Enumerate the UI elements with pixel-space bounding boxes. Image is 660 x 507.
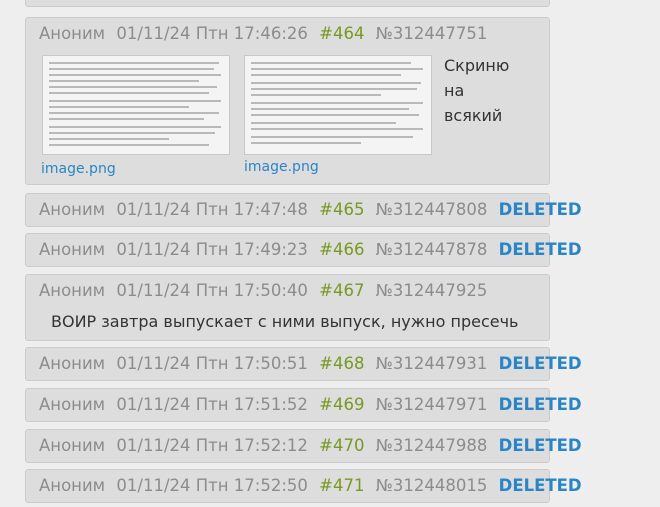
post-469: Аноним 01/11/24 Птн 17:51:52 #469 №31244…	[25, 388, 582, 422]
post-date: 01/11/24 Птн 17:50:40	[116, 281, 308, 300]
post-date: 01/11/24 Птн 17:50:51	[116, 354, 308, 373]
thread: Аноним 01/11/24 Птн 17:46:26 #464 №31244…	[0, 0, 660, 507]
post-author: Аноним	[39, 200, 106, 219]
post-message: ВОИР завтра выпускает с ними выпуск, нуж…	[51, 312, 519, 331]
post-author: Аноним	[39, 476, 106, 495]
post-header: Аноним 01/11/24 Птн 17:51:52 #469 №31244…	[39, 394, 588, 416]
post-date: 01/11/24 Птн 17:47:48	[116, 200, 308, 219]
post-id[interactable]: №312448015	[376, 476, 488, 495]
post-date: 01/11/24 Птн 17:51:52	[116, 395, 308, 414]
post-header: Аноним 01/11/24 Птн 17:52:12 #470 №31244…	[39, 435, 588, 457]
deleted-badge: DELETED	[498, 436, 582, 455]
image-filename-link-1[interactable]: image.png	[41, 161, 116, 177]
post-id[interactable]: №312447925	[376, 281, 488, 300]
post-467: Аноним 01/11/24 Птн 17:50:40 #467 №31244…	[25, 274, 550, 341]
post-id[interactable]: №312447931	[376, 354, 488, 373]
post-author: Аноним	[39, 281, 106, 300]
post-id[interactable]: №312447878	[376, 240, 488, 259]
post-reply-number[interactable]: #470	[319, 436, 364, 455]
post-date: 01/11/24 Птн 17:46:26	[116, 24, 308, 43]
post-header: Аноним 01/11/24 Птн 17:46:26 #464 №31244…	[39, 23, 493, 45]
post-471: Аноним 01/11/24 Птн 17:52:50 #471 №31244…	[25, 469, 582, 503]
deleted-badge: DELETED	[498, 354, 582, 373]
post-header: Аноним 01/11/24 Птн 17:50:40 #467 №31244…	[39, 280, 493, 302]
post-reply-number[interactable]: #471	[319, 476, 364, 495]
deleted-badge: DELETED	[498, 240, 582, 259]
post-id[interactable]: №312447988	[376, 436, 488, 455]
post-reply-number[interactable]: #467	[319, 281, 364, 300]
image-filename-link-2[interactable]: image.png	[244, 159, 319, 175]
post-message-line: Скриню	[444, 56, 510, 75]
post-reply-number[interactable]: #464	[319, 24, 364, 43]
post-id[interactable]: №312447971	[376, 395, 488, 414]
post-reply-number[interactable]: #465	[319, 200, 364, 219]
deleted-badge: DELETED	[498, 395, 582, 414]
post-message: Скриню на всякий	[444, 53, 509, 128]
post-465: Аноним 01/11/24 Птн 17:47:48 #465 №31244…	[25, 193, 582, 227]
post-header: Аноним 01/11/24 Птн 17:50:51 #468 №31244…	[39, 353, 588, 375]
image-thumbnail-2[interactable]	[244, 55, 432, 155]
post-header: Аноним 01/11/24 Птн 17:52:50 #471 №31244…	[39, 475, 588, 497]
post-author: Аноним	[39, 436, 106, 455]
post-id[interactable]: №312447808	[376, 200, 488, 219]
post-author: Аноним	[39, 24, 106, 43]
post-date: 01/11/24 Птн 17:52:12	[116, 436, 308, 455]
post-message-line: всякий	[444, 106, 503, 125]
image-thumbnail-1[interactable]	[42, 55, 230, 155]
post-470: Аноним 01/11/24 Птн 17:52:12 #470 №31244…	[25, 429, 582, 463]
post-header: Аноним 01/11/24 Птн 17:49:23 #466 №31244…	[39, 239, 588, 261]
post-reply-number[interactable]: #466	[319, 240, 364, 259]
post-reply-number[interactable]: #468	[319, 354, 364, 373]
post-464: Аноним 01/11/24 Птн 17:46:26 #464 №31244…	[25, 17, 550, 185]
post-date: 01/11/24 Птн 17:52:50	[116, 476, 308, 495]
post-reply-number[interactable]: #469	[319, 395, 364, 414]
post-message-line: на	[444, 81, 465, 100]
post-466: Аноним 01/11/24 Птн 17:49:23 #466 №31244…	[25, 233, 582, 267]
post-author: Аноним	[39, 395, 106, 414]
deleted-badge: DELETED	[498, 200, 582, 219]
post-date: 01/11/24 Птн 17:49:23	[116, 240, 308, 259]
post-author: Аноним	[39, 354, 106, 373]
deleted-badge: DELETED	[498, 476, 582, 495]
previous-post-edge	[25, 0, 550, 7]
post-468: Аноним 01/11/24 Птн 17:50:51 #468 №31244…	[25, 347, 582, 381]
post-author: Аноним	[39, 240, 106, 259]
post-header: Аноним 01/11/24 Птн 17:47:48 #465 №31244…	[39, 199, 588, 221]
post-id[interactable]: №312447751	[376, 24, 488, 43]
